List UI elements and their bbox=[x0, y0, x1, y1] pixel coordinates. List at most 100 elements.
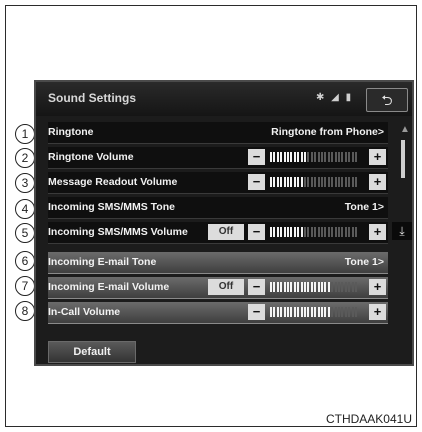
volume-control: − + bbox=[248, 224, 386, 241]
volume-bar-segment bbox=[276, 282, 279, 292]
volume-bar-segment bbox=[300, 282, 303, 292]
volume-bar-segment bbox=[341, 307, 344, 317]
volume-bar-segment bbox=[355, 282, 357, 292]
volume-bar-segment bbox=[348, 152, 351, 162]
setting-row-incoming-email-volume: Incoming E-mail Volume Off − + bbox=[48, 277, 388, 299]
figure-code: CTHDAAK041U bbox=[325, 412, 412, 426]
volume-bar-segment bbox=[280, 152, 283, 162]
volume-bar-segment bbox=[310, 152, 313, 162]
volume-bar-segment bbox=[273, 227, 276, 237]
volume-down-button[interactable]: − bbox=[248, 149, 265, 165]
volume-bar-segment bbox=[351, 282, 354, 292]
setting-row-ringtone[interactable]: Ringtone Ringtone from Phone> bbox=[48, 122, 388, 144]
off-button[interactable]: Off bbox=[208, 224, 244, 240]
volume-bar-segment bbox=[331, 152, 334, 162]
setting-row-incoming-sms-tone[interactable]: Incoming SMS/MMS Tone Tone 1> bbox=[48, 197, 388, 219]
volume-bar-segment bbox=[348, 227, 351, 237]
volume-bar-segment bbox=[280, 282, 283, 292]
back-button[interactable]: ⮌ bbox=[366, 88, 408, 112]
volume-up-button[interactable]: + bbox=[369, 304, 386, 320]
volume-level-bars[interactable] bbox=[270, 177, 360, 187]
status-icons: ✱ ◢ ▮ bbox=[316, 92, 354, 103]
volume-bar-segment bbox=[355, 152, 357, 162]
volume-bar-segment bbox=[273, 177, 276, 187]
volume-up-button[interactable]: + bbox=[369, 174, 386, 190]
scrollbar-thumb[interactable] bbox=[401, 140, 405, 178]
volume-bar-segment bbox=[304, 307, 306, 317]
volume-up-button[interactable]: + bbox=[369, 149, 386, 165]
volume-bar-segment bbox=[273, 152, 276, 162]
volume-bar-segment bbox=[321, 227, 323, 237]
volume-down-button[interactable]: − bbox=[248, 224, 265, 240]
volume-bar-segment bbox=[304, 227, 306, 237]
volume-down-button[interactable]: − bbox=[248, 279, 265, 295]
volume-bar-segment bbox=[280, 307, 283, 317]
volume-bar-segment bbox=[307, 227, 310, 237]
volume-bar-segment bbox=[317, 227, 320, 237]
volume-bar-segment bbox=[300, 307, 303, 317]
volume-bar-segment bbox=[334, 282, 337, 292]
volume-bar-segment bbox=[314, 282, 317, 292]
volume-bar-segment bbox=[297, 152, 300, 162]
volume-up-button[interactable]: + bbox=[369, 224, 386, 240]
screen-title: Sound Settings bbox=[48, 91, 136, 105]
callout-4: 4 bbox=[15, 199, 35, 219]
volume-level-bars[interactable] bbox=[270, 307, 360, 317]
setting-label: Incoming E-mail Volume bbox=[48, 281, 170, 293]
volume-up-button[interactable]: + bbox=[369, 279, 386, 295]
volume-bar-segment bbox=[314, 307, 317, 317]
volume-bar-segment bbox=[297, 307, 300, 317]
volume-bar-segment bbox=[293, 177, 296, 187]
volume-bar-segment bbox=[338, 227, 340, 237]
setting-label: Ringtone Volume bbox=[48, 151, 134, 163]
volume-down-button[interactable]: − bbox=[248, 174, 265, 190]
off-button[interactable]: Off bbox=[208, 279, 244, 295]
scroll-down-button[interactable]: ⤓ bbox=[392, 222, 412, 240]
volume-bar-segment bbox=[334, 307, 337, 317]
callout-5: 5 bbox=[15, 223, 35, 243]
volume-bar-segment bbox=[327, 227, 330, 237]
callout-2: 2 bbox=[15, 148, 35, 168]
volume-bar-segment bbox=[338, 152, 340, 162]
volume-bar-segment bbox=[317, 152, 320, 162]
volume-bar-segment bbox=[321, 282, 323, 292]
volume-bar-segment bbox=[331, 282, 334, 292]
setting-row-in-call-volume: In-Call Volume − + bbox=[48, 302, 388, 324]
setting-row-incoming-email-tone[interactable]: Incoming E-mail Tone Tone 1> bbox=[48, 252, 388, 274]
volume-bar-segment bbox=[338, 177, 340, 187]
default-button[interactable]: Default bbox=[48, 341, 136, 363]
volume-level-bars[interactable] bbox=[270, 282, 360, 292]
volume-bar-segment bbox=[310, 282, 313, 292]
volume-bar-segment bbox=[307, 307, 310, 317]
volume-bar-segment bbox=[287, 307, 289, 317]
volume-bar-segment bbox=[276, 152, 279, 162]
volume-bar-segment bbox=[331, 177, 334, 187]
volume-level-bars[interactable] bbox=[270, 227, 360, 237]
volume-bar-segment bbox=[355, 307, 357, 317]
volume-bar-segment bbox=[307, 177, 310, 187]
volume-bar-segment bbox=[341, 152, 344, 162]
volume-bar-segment bbox=[293, 152, 296, 162]
setting-value: Ringtone from Phone> bbox=[271, 126, 384, 138]
volume-bar-segment bbox=[344, 282, 347, 292]
volume-bar-segment bbox=[321, 152, 323, 162]
volume-bar-segment bbox=[331, 227, 334, 237]
volume-bar-segment bbox=[324, 152, 327, 162]
volume-bar-segment bbox=[283, 177, 286, 187]
volume-level-bars[interactable] bbox=[270, 152, 360, 162]
sound-settings-screen: Sound Settings ✱ ◢ ▮ ⮌ Ringtone Ringtone… bbox=[34, 80, 414, 366]
volume-bar-segment bbox=[290, 152, 293, 162]
volume-down-button[interactable]: − bbox=[248, 304, 265, 320]
volume-bar-segment bbox=[317, 177, 320, 187]
volume-control: − + bbox=[248, 174, 386, 191]
volume-bar-segment bbox=[310, 307, 313, 317]
volume-bar-segment bbox=[297, 227, 300, 237]
setting-row-ringtone-volume: Ringtone Volume − + bbox=[48, 147, 388, 169]
volume-bar-segment bbox=[304, 177, 306, 187]
volume-bar-segment bbox=[280, 177, 283, 187]
volume-bar-segment bbox=[270, 152, 272, 162]
volume-bar-segment bbox=[300, 152, 303, 162]
callout-7: 7 bbox=[15, 276, 35, 296]
volume-bar-segment bbox=[324, 177, 327, 187]
setting-label: Incoming SMS/MMS Tone bbox=[48, 201, 175, 213]
